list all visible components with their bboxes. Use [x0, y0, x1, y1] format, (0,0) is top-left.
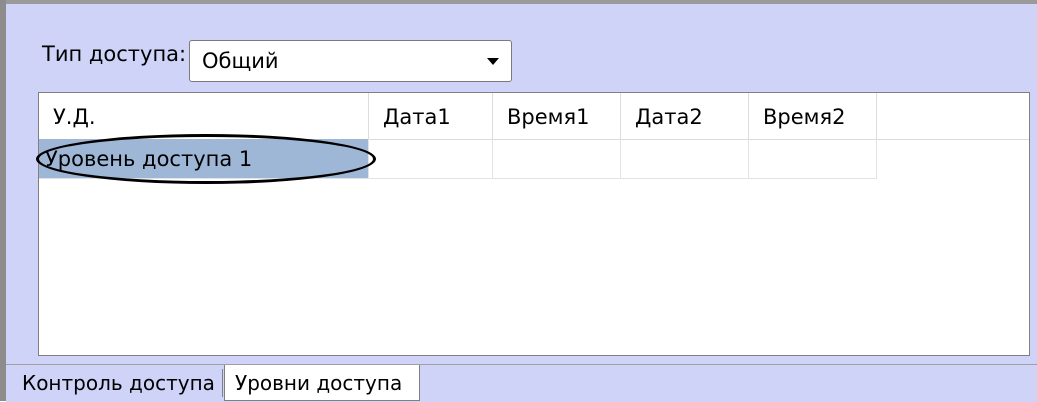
cell-time1[interactable] [493, 139, 621, 179]
cell-date2[interactable] [621, 139, 749, 179]
column-header-time2[interactable]: Время2 [749, 93, 877, 139]
tab-access-levels[interactable]: Уровни доступа [224, 365, 420, 401]
table-header: У.Д. Дата1 Время1 Дата2 Время2 [39, 93, 1029, 140]
column-header-time1[interactable]: Время1 [493, 93, 621, 139]
tab-strip: Контроль доступа Уровни доступа [6, 364, 1037, 402]
cell-date1[interactable] [369, 139, 493, 179]
access-type-value: Общий [202, 49, 279, 73]
chevron-down-icon[interactable] [487, 58, 499, 65]
cell-time2[interactable] [749, 139, 877, 179]
column-header-ud[interactable]: У.Д. [39, 93, 369, 139]
column-header-date1[interactable]: Дата1 [369, 93, 493, 139]
access-levels-table[interactable]: У.Д. Дата1 Время1 Дата2 Время2 Уровень д… [38, 92, 1030, 356]
tab-access-control[interactable]: Контроль доступа [12, 365, 224, 401]
cell-ud[interactable]: Уровень доступа 1 [39, 139, 369, 179]
tab-divider [222, 369, 223, 397]
access-type-dropdown[interactable]: Общий [189, 40, 512, 82]
access-type-label: Тип доступа: [42, 42, 187, 66]
settings-window: Тип доступа: Общий У.Д. Дата1 Время1 Дат… [0, 0, 1037, 402]
column-header-date2[interactable]: Дата2 [621, 93, 749, 139]
